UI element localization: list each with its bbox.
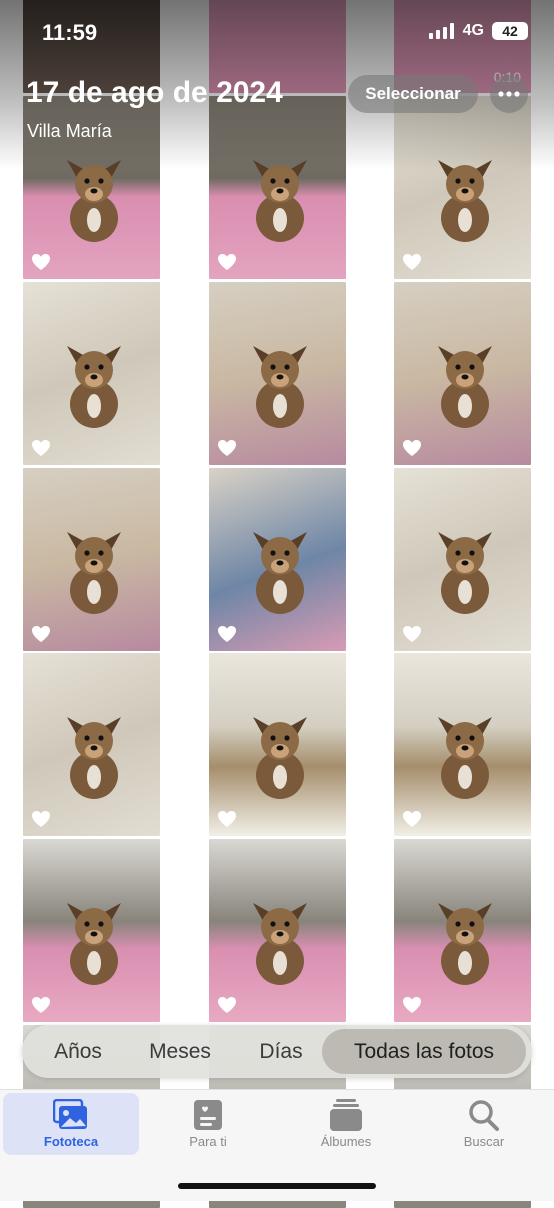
segment-all-photos-label: Todas las fotos — [353, 1040, 495, 1063]
tab-for-you[interactable]: Para ti — [140, 1093, 276, 1155]
favorite-heart-icon — [403, 440, 421, 456]
favorite-heart-icon — [403, 626, 421, 642]
segment-months[interactable]: Meses — [132, 1025, 228, 1078]
favorite-heart-icon — [32, 997, 50, 1013]
albums-icon — [330, 1099, 362, 1131]
favorite-heart-icon — [218, 997, 236, 1013]
photo-thumbnail[interactable] — [23, 839, 160, 1022]
battery-level: 42 — [502, 23, 518, 39]
favorite-heart-icon — [32, 254, 50, 270]
photo-thumbnail[interactable] — [23, 468, 160, 651]
puppy-figure — [67, 532, 121, 614]
favorite-heart-icon — [218, 626, 236, 642]
tab-library[interactable]: Fototeca — [3, 1093, 139, 1155]
puppy-figure — [67, 346, 121, 428]
photo-grid: 0:10 — [0, 0, 554, 1208]
favorite-heart-icon — [218, 440, 236, 456]
puppy-figure — [253, 160, 307, 242]
segment-years[interactable]: Años — [36, 1025, 120, 1078]
select-button[interactable]: Seleccionar — [348, 75, 478, 113]
puppy-figure — [438, 346, 492, 428]
segment-days[interactable]: Días — [244, 1025, 318, 1078]
puppy-figure — [253, 903, 307, 985]
photo-thumbnail[interactable] — [209, 96, 346, 279]
tab-search-label: Buscar — [463, 1134, 505, 1149]
tab-for-you-label: Para ti — [189, 1134, 227, 1149]
puppy-figure — [253, 346, 307, 428]
for-you-icon — [194, 1100, 222, 1130]
status-indicators: 4G 42 — [428, 22, 528, 40]
puppy-figure — [67, 717, 121, 799]
puppy-figure — [438, 903, 492, 985]
tab-library-label: Fototeca — [43, 1134, 99, 1149]
favorite-heart-icon — [218, 254, 236, 270]
location-subtitle[interactable]: Villa María — [27, 121, 112, 142]
segment-years-label: Años — [54, 1040, 102, 1063]
photo-thumbnail[interactable] — [23, 653, 160, 836]
segment-months-label: Meses — [149, 1040, 211, 1063]
more-icon — [498, 91, 520, 97]
favorite-heart-icon — [403, 811, 421, 827]
favorite-heart-icon — [218, 811, 236, 827]
puppy-figure — [438, 532, 492, 614]
photo-thumbnail[interactable] — [394, 96, 531, 279]
more-button[interactable] — [490, 75, 528, 113]
photo-thumbnail[interactable] — [209, 468, 346, 651]
page-title: 17 de ago de 2024 — [26, 76, 283, 109]
puppy-figure — [253, 532, 307, 614]
favorite-heart-icon — [32, 811, 50, 827]
photo-thumbnail[interactable] — [209, 839, 346, 1022]
photo-library-icon — [53, 1099, 87, 1129]
signal-icon — [428, 23, 454, 39]
photo-thumbnail[interactable] — [394, 468, 531, 651]
search-icon — [469, 1100, 499, 1131]
photo-thumbnail[interactable] — [394, 653, 531, 836]
network-type: 4G — [462, 22, 484, 39]
puppy-figure — [67, 903, 121, 985]
photo-thumbnail[interactable] — [23, 282, 160, 465]
favorite-heart-icon — [32, 626, 50, 642]
photo-thumbnail[interactable] — [209, 653, 346, 836]
favorite-heart-icon — [32, 440, 50, 456]
photo-thumbnail[interactable] — [394, 839, 531, 1022]
puppy-figure — [67, 160, 121, 242]
battery-icon: 42 — [492, 22, 528, 40]
tab-albums-label: Álbumes — [320, 1134, 372, 1149]
tab-search[interactable]: Buscar — [416, 1093, 552, 1155]
status-time: 11:59 — [42, 20, 98, 45]
segment-days-label: Días — [259, 1040, 303, 1063]
status-bar: 11:59 4G 42 — [0, 0, 554, 64]
puppy-figure — [253, 717, 307, 799]
view-segmented-control: Años Meses Días Todas las fotos — [22, 1025, 532, 1078]
puppy-figure — [438, 717, 492, 799]
puppy-figure — [438, 160, 492, 242]
photo-thumbnail[interactable] — [209, 282, 346, 465]
tab-albums[interactable]: Álbumes — [278, 1093, 414, 1155]
favorite-heart-icon — [403, 254, 421, 270]
home-indicator — [178, 1183, 376, 1189]
segment-all-photos[interactable]: Todas las fotos — [322, 1029, 526, 1074]
favorite-heart-icon — [403, 997, 421, 1013]
photo-thumbnail[interactable] — [394, 282, 531, 465]
